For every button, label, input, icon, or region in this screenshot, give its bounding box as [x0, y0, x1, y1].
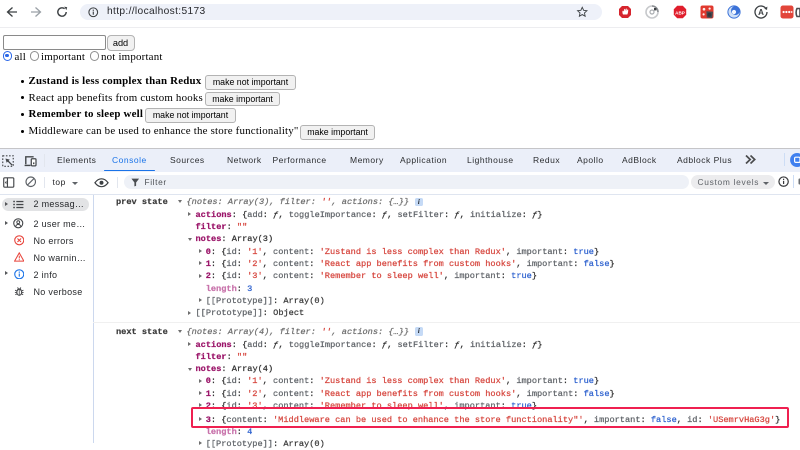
svg-text:ABP: ABP: [675, 10, 685, 15]
svg-text:A: A: [758, 8, 764, 17]
